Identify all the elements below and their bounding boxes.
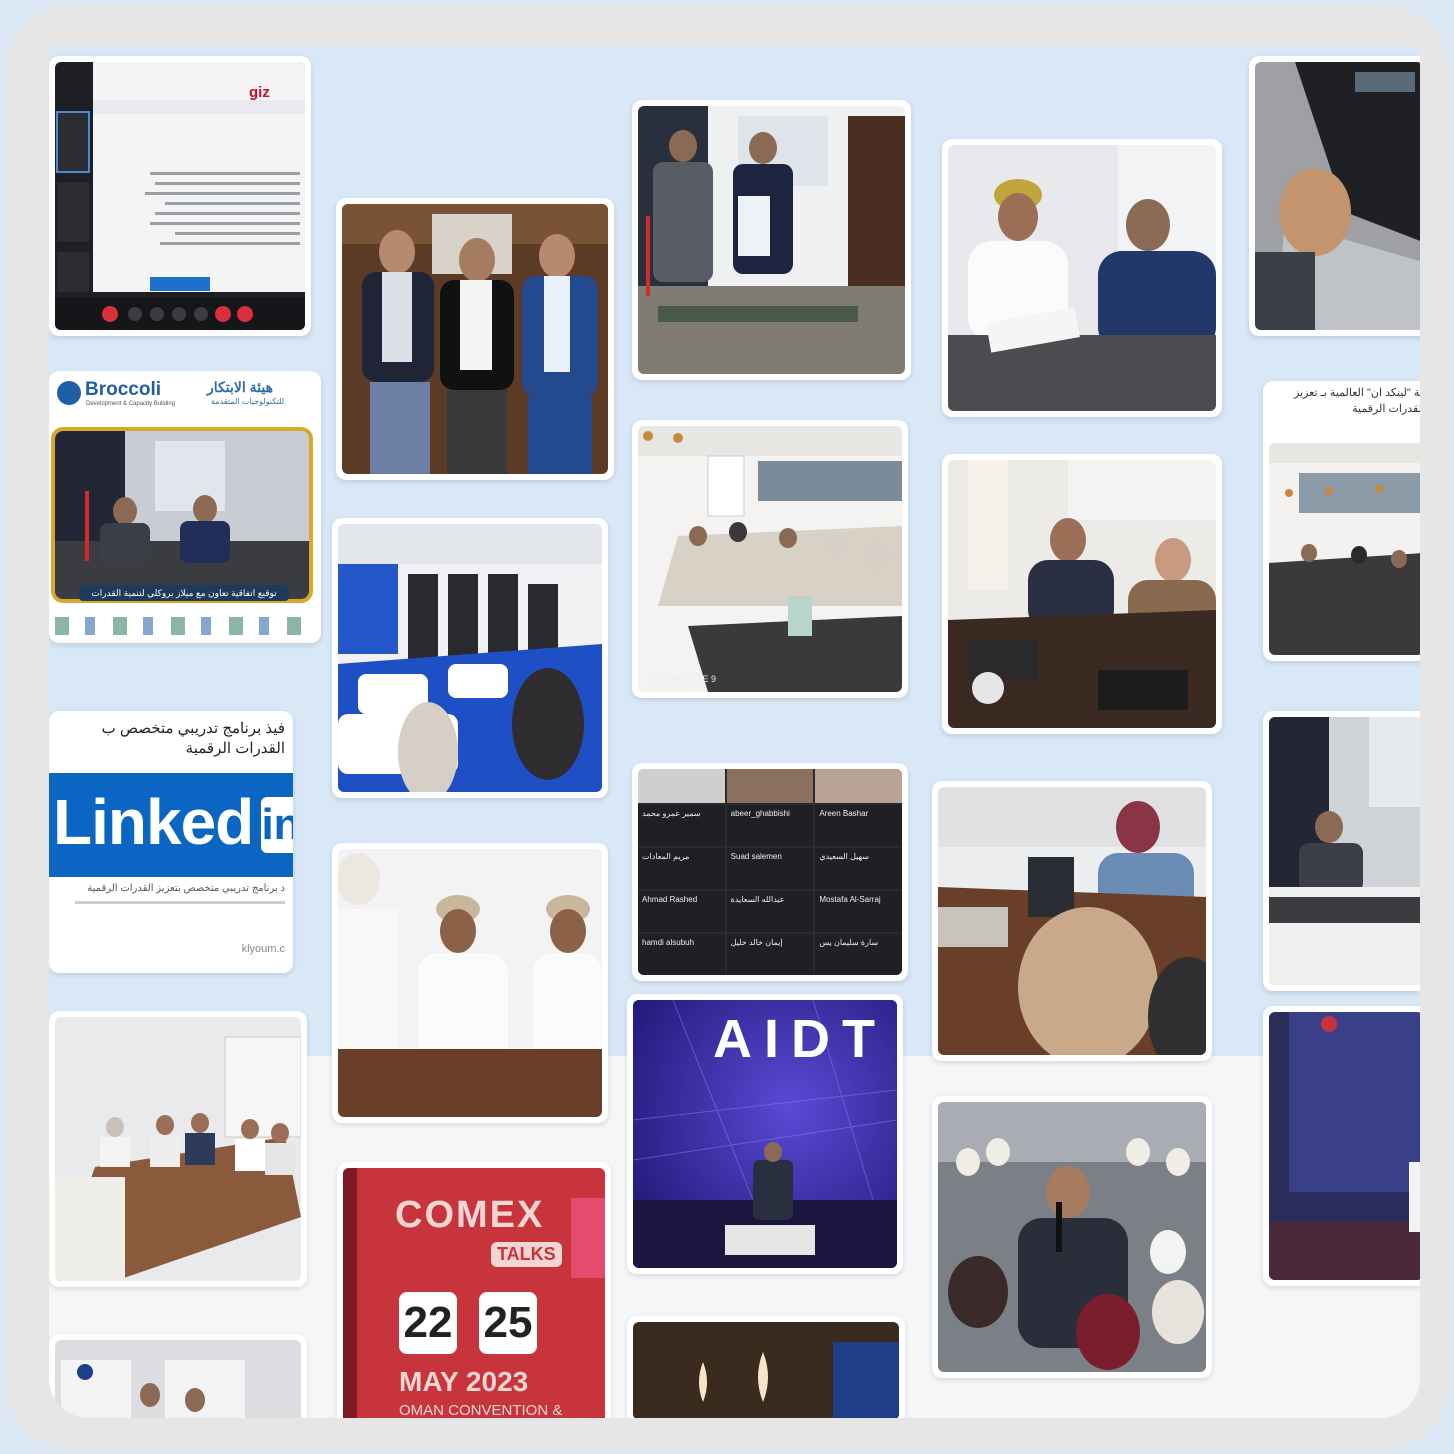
broccoli-tagline: Development & Capacity Building (86, 401, 176, 407)
photo-three-men-standing (336, 198, 614, 480)
collage-frame: giz Broccoli Development & Capacity Buil… (4, 4, 1450, 1450)
side-news-headline: كة "لينكد ان" العالمية بـ تعزيز القدرات … (1293, 387, 1420, 415)
linkedin-wordmark: Linked (53, 786, 254, 858)
photo-exhibition-hall (332, 518, 608, 798)
comex-title: COMEX (395, 1194, 545, 1236)
participant-name: Areen Bashar (815, 805, 902, 846)
participant-name: hamdi alsubuh (638, 934, 725, 975)
participant-name: إيمان خالد خليل (726, 934, 814, 975)
photo-signing-omani-official (942, 139, 1222, 417)
photo-women-laptop-workshop (932, 781, 1212, 1061)
linkedin-headline: فيذ برنامج تدريبي متخصص ب القدرات الرقمي… (101, 720, 285, 757)
photo-collage: giz Broccoli Development & Capacity Buil… (49, 46, 1420, 1418)
photo-laptop-video-call (1249, 56, 1420, 336)
linkedin-caption: ذ برنامج تدريبي متخصص بتعزيز القدرات الر… (87, 883, 285, 894)
video-tile (815, 769, 902, 803)
video-call-participants-grid: سمير عمرو محمد abeer_ghabbishi Areen Bas… (632, 763, 908, 981)
aidt-stage-panel: AIDT (627, 994, 903, 1274)
participant-name: عبدالله السعايدة (726, 891, 814, 932)
comex-end-day: 25 (479, 1292, 537, 1354)
comex-talks-poster: COMEX TALKS 22 25 MAY 2023 OMAN CONVENTI… (337, 1162, 611, 1418)
comex-talks-badge: TALKS (491, 1242, 562, 1267)
photo-man-with-microphone-audience (932, 1096, 1212, 1378)
side-news-clipping: كة "لينكد ان" العالمية بـ تعزيز القدرات … (1263, 381, 1420, 661)
broccoli-name: Broccoli (85, 379, 162, 400)
participant-name: سمير عمرو محمد (638, 805, 725, 846)
participant-name: abeer_ghabbishi (726, 805, 814, 846)
photo-conference-booth-eu (49, 1334, 307, 1418)
comex-month: MAY 2023 (399, 1366, 529, 1397)
linkedin-news-clipping: فيذ برنامج تدريبي متخصص ب القدرات الرقمي… (49, 711, 293, 973)
participant-name: سهيل السعيدي (815, 848, 902, 889)
photo-training-classroom: REDMI NOTE 9 (632, 420, 908, 698)
linkedin-caption-line (75, 901, 285, 904)
participant-name: سارة سليمان يس (815, 934, 902, 975)
innovation-authority-logo: هيئة الابتكار (207, 379, 273, 395)
photo-stage-event-side (1263, 1006, 1420, 1286)
innovation-authority-tagline: للتكنولوجيات المتقدمة (211, 397, 285, 406)
video-tile (726, 769, 814, 803)
aidt-logo-text: AIDT (713, 1009, 887, 1069)
photo-two-men-laptop-meeting (942, 454, 1222, 734)
phone-watermark: REDMI NOTE 9 (652, 674, 717, 684)
participant-name: مريم المعادات (638, 848, 725, 889)
participant-name: Ahmad Rashed (638, 891, 725, 932)
giz-logo: giz (249, 84, 270, 101)
agreement-banner-caption: توقيع اتفاقية تعاون مع ميلاز بروكلي لتنم… (79, 585, 289, 601)
participant-name: Mostafa Al-Sarraj (815, 891, 902, 932)
photo-certificate-handover (632, 100, 911, 380)
photo-meeting-table-omani (49, 1011, 307, 1287)
broccoli-agreement-poster: Broccoli Development & Capacity Building… (49, 371, 321, 643)
photo-omani-officials-meeting (332, 843, 608, 1123)
video-tile (638, 769, 725, 803)
video-call-grid: سمير عمرو محمد abeer_ghabbishi Areen Bas… (638, 769, 902, 975)
partner-logos-strip (55, 617, 309, 635)
broccoli-logo (57, 381, 81, 405)
agreement-photo (51, 427, 313, 603)
photo-lamps-eu-banner (627, 1316, 905, 1418)
participant-name: Suad salemen (726, 848, 814, 889)
comex-start-day: 22 (399, 1292, 457, 1354)
linkedin-source: klyoum.c (241, 943, 285, 955)
comex-venue: OMAN CONVENTION & (399, 1402, 563, 1418)
photo-video-conference-screen: giz (49, 56, 311, 336)
linkedin-in-mark: in (261, 797, 293, 853)
linkedin-banner: Linked in (49, 773, 293, 877)
photo-signing-ceremony-side (1263, 711, 1420, 991)
